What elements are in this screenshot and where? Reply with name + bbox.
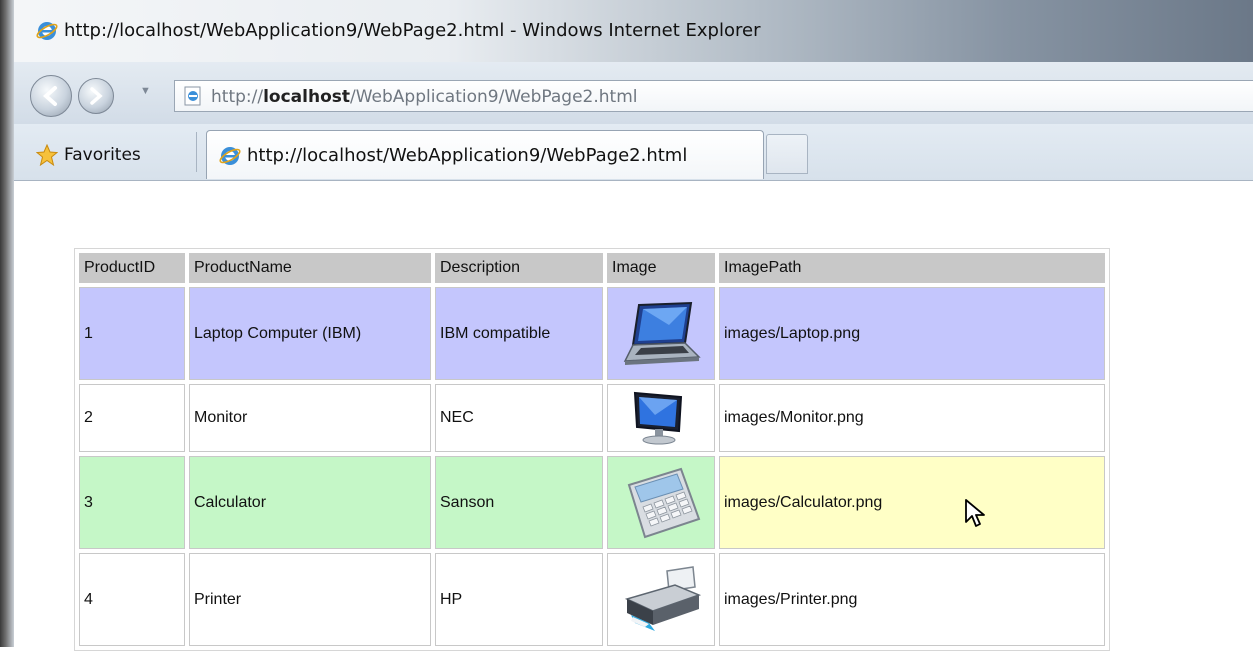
- back-arrow-icon: [42, 86, 57, 106]
- back-button[interactable]: [30, 75, 72, 117]
- favorites-tab-bar: Favorites http://localhost/WebApplicatio…: [14, 124, 1253, 181]
- forward-arrow-icon: [90, 87, 103, 105]
- header-imagepath: ImagePath: [719, 253, 1105, 283]
- ie-icon: [36, 22, 58, 40]
- cell-productid: 1: [79, 287, 185, 380]
- cell-imagepath: images/Calculator.png: [719, 456, 1105, 549]
- address-url[interactable]: http://localhost/WebApplication9/WebPage…: [211, 87, 638, 107]
- cell-description: IBM compatible: [435, 287, 603, 380]
- favorites-label: Favorites: [64, 145, 141, 165]
- forward-button[interactable]: [78, 78, 114, 114]
- cell-imagepath: images/Printer.png: [719, 553, 1105, 646]
- title-bar: http://localhost/WebApplication9/WebPage…: [14, 0, 1253, 62]
- tab-label: http://localhost/WebApplication9/WebPage…: [247, 145, 688, 166]
- cell-imagepath: images/Laptop.png: [719, 287, 1105, 380]
- table-row[interactable]: 4 Printer HP images/Printer.png: [79, 553, 1105, 646]
- cell-productname: Laptop Computer (IBM): [189, 287, 431, 380]
- header-productid: ProductID: [79, 253, 185, 283]
- products-table: ProductID ProductName Description Image …: [74, 248, 1110, 651]
- table-header-row: ProductID ProductName Description Image …: [79, 253, 1105, 283]
- address-prefix: http://: [211, 87, 264, 107]
- favorites-button[interactable]: Favorites: [20, 132, 197, 172]
- navigation-bar: ▼ http://localhost/WebApplication9/WebPa…: [14, 62, 1253, 124]
- star-icon: [36, 144, 58, 166]
- cell-description: Sanson: [435, 456, 603, 549]
- ie-icon: [219, 147, 241, 165]
- cell-image: [607, 384, 715, 452]
- cell-image: [607, 287, 715, 380]
- history-dropdown[interactable]: ▼: [140, 85, 151, 97]
- cell-image: [607, 553, 715, 646]
- table-row[interactable]: 3 Calculator Sanson images/Calculator.pn…: [79, 456, 1105, 549]
- page-content: ProductID ProductName Description Image …: [14, 181, 1253, 651]
- window-title: http://localhost/WebApplication9/WebPage…: [64, 20, 761, 41]
- tab-current-page[interactable]: http://localhost/WebApplication9/WebPage…: [206, 130, 764, 179]
- cell-imagepath: images/Monitor.png: [719, 384, 1105, 452]
- page-icon: [184, 86, 201, 106]
- cell-productid: 3: [79, 456, 185, 549]
- address-path: /WebApplication9/WebPage2.html: [350, 87, 638, 107]
- cell-productname: Printer: [189, 553, 431, 646]
- table-row[interactable]: 2 Monitor NEC images/Monitor.png: [79, 384, 1105, 452]
- cell-productname: Monitor: [189, 384, 431, 452]
- table-row[interactable]: 1 Laptop Computer (IBM) IBM compatible i…: [79, 287, 1105, 380]
- header-description: Description: [435, 253, 603, 283]
- cell-productname: Calculator: [189, 456, 431, 549]
- header-image: Image: [607, 253, 715, 283]
- monitor-icon: [633, 391, 683, 445]
- calculator-icon: [627, 467, 701, 538]
- cell-description: NEC: [435, 384, 603, 452]
- mouse-pointer-icon: [965, 499, 985, 527]
- printer-icon: [624, 565, 702, 631]
- new-tab-button[interactable]: [766, 134, 808, 174]
- laptop-icon: [623, 301, 701, 365]
- cell-productid: 2: [79, 384, 185, 452]
- address-bar[interactable]: http://localhost/WebApplication9/WebPage…: [174, 80, 1253, 112]
- cell-productid: 4: [79, 553, 185, 646]
- cell-description: HP: [435, 553, 603, 646]
- window-left-edge: [0, 0, 14, 647]
- header-productname: ProductName: [189, 253, 431, 283]
- cell-image: [607, 456, 715, 549]
- address-host: localhost: [263, 87, 351, 107]
